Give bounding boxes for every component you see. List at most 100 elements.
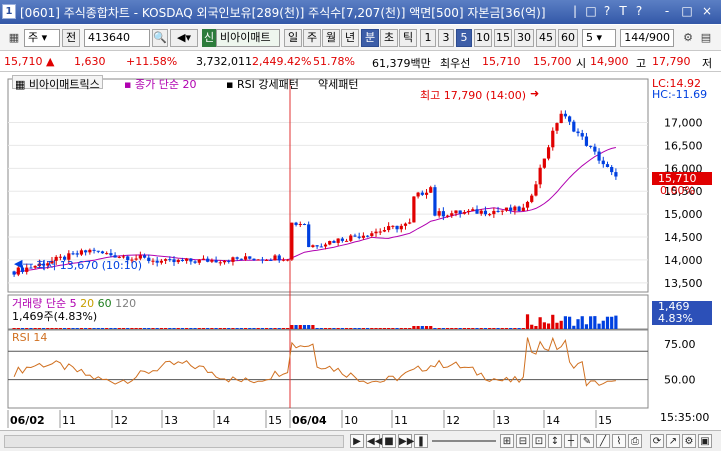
window-icon[interactable]: □ — [584, 4, 598, 18]
memo-icon[interactable]: ✎ — [580, 434, 594, 448]
period-day[interactable]: 일 — [284, 29, 302, 47]
volume-bar — [29, 328, 33, 329]
candle-body — [269, 259, 273, 261]
interval-select[interactable]: 5 ▾ — [582, 29, 616, 47]
volume-bar — [12, 328, 16, 329]
speaker-icon[interactable]: ◀▾ — [170, 29, 198, 47]
toggle-icon[interactable]: ▤ — [698, 30, 714, 46]
period-week[interactable]: 주 — [303, 29, 321, 47]
candle-body — [340, 238, 344, 241]
volume-ratio-2: 51.78% — [313, 55, 355, 68]
ruler-icon[interactable]: ↕ — [548, 434, 562, 448]
open-label: 시 — [576, 57, 587, 70]
period-month[interactable]: 월 — [322, 29, 340, 47]
candle-body — [382, 230, 387, 232]
volume-bar — [189, 328, 193, 329]
settings-icon[interactable]: ⚙ — [682, 434, 696, 448]
cross-icon[interactable]: ┼ — [564, 434, 578, 448]
interval-1[interactable]: 1 — [420, 29, 436, 47]
candle-body — [155, 260, 159, 263]
interval-45[interactable]: 45 — [536, 29, 556, 47]
candle-body — [307, 224, 311, 248]
chart-canvas[interactable]: 06/02 11 12 13 14 15 06/04 10 11 12 13 14 15 17,000 1… — [0, 73, 721, 429]
low-annotation: 최저 13,670 (10:10) — [36, 259, 143, 272]
interval-10[interactable]: 10 — [474, 29, 492, 47]
volume-bar — [391, 328, 395, 329]
zoom-in-icon[interactable]: ⊞ — [500, 434, 514, 448]
interval-15[interactable]: 15 — [494, 29, 512, 47]
volume-bar — [416, 326, 420, 329]
candle-body — [584, 136, 589, 146]
candle-body — [568, 116, 572, 122]
y-axis-labels: 17,00016,50016,00015,50015,00014,50014,0… — [664, 117, 703, 387]
expand-icon[interactable]: ▣ — [698, 434, 712, 448]
stock-legend[interactable]: ▦ 비아이매트릭스 — [12, 75, 103, 91]
volume-bar — [58, 328, 62, 329]
scrollbar-track[interactable] — [4, 435, 344, 448]
candle-body — [332, 241, 336, 243]
candle-body — [366, 235, 370, 237]
refresh-icon[interactable]: ⟳ — [650, 434, 664, 448]
candle-body — [109, 253, 113, 256]
maximize-icon[interactable]: □ — [680, 4, 694, 18]
interval-5[interactable]: 5 — [456, 29, 472, 47]
volume-bar — [576, 319, 580, 329]
minimize-icon[interactable]: - — [660, 4, 674, 18]
print-icon[interactable]: ⎙ — [628, 434, 642, 448]
next-icon[interactable]: ❚ — [414, 434, 428, 448]
candle-body — [403, 223, 408, 226]
interval-60[interactable]: 60 — [558, 29, 578, 47]
fit-icon[interactable]: ⊡ — [532, 434, 546, 448]
chart-area[interactable]: 06/02 11 12 13 14 15 06/04 10 11 12 13 14 15 17,000 1… — [0, 73, 721, 429]
count-input[interactable]: 144/900 — [620, 29, 674, 47]
volume-bar — [117, 328, 121, 329]
period-year[interactable]: 년 — [341, 29, 359, 47]
volume: 3,732,011 — [196, 55, 252, 68]
candle-body — [559, 113, 563, 124]
candle-body — [429, 187, 433, 193]
period-tick[interactable]: 틱 — [399, 29, 417, 47]
interval-3[interactable]: 3 — [438, 29, 454, 47]
candle-body — [370, 233, 374, 236]
code-input[interactable]: 413640 — [84, 29, 150, 47]
rsi-legend[interactable]: RSI 14 — [12, 331, 47, 344]
volume-bar — [260, 328, 264, 329]
tool-icon[interactable]: ⌇ — [612, 434, 626, 448]
candle-body — [479, 210, 483, 214]
slider-icon[interactable] — [432, 440, 496, 442]
info-icon[interactable]: ? — [632, 4, 646, 18]
candle-body — [222, 260, 227, 263]
volume-ratio: 2,449.42% — [252, 55, 312, 68]
play-icon[interactable]: ◀◀ — [366, 434, 382, 448]
interval-30[interactable]: 30 — [514, 29, 534, 47]
period-second[interactable]: 초 — [380, 29, 398, 47]
grid-icon[interactable]: ▦ — [6, 30, 22, 46]
current-price-value: 15,710 — [4, 55, 43, 68]
type-button[interactable]: 전 — [62, 29, 80, 47]
weak-pattern-legend[interactable]: 약세패턴 — [318, 76, 358, 92]
y-tick-label: 14,500 — [664, 231, 703, 244]
pause-icon[interactable]: ▶▶ — [398, 434, 414, 448]
candle-body — [589, 145, 593, 147]
volume-bar — [96, 328, 100, 329]
zoom-out-icon[interactable]: ⊟ — [516, 434, 530, 448]
search-icon[interactable]: 🔍 — [152, 29, 168, 47]
market-select[interactable]: 주 ▾ — [24, 29, 60, 47]
stop-icon[interactable]: ■ — [382, 434, 396, 448]
pin-icon[interactable]: | — [568, 4, 582, 18]
chart-settings-icon[interactable]: ⚙ — [680, 30, 696, 46]
volume-bar — [54, 328, 58, 329]
ma-legend[interactable]: ▪ 종가 단순 20 — [124, 76, 196, 92]
period-minute[interactable]: 분 — [361, 29, 379, 47]
help-icon[interactable]: ? — [600, 4, 614, 18]
volume-bar — [248, 328, 252, 329]
candle-body — [323, 244, 328, 247]
arrow-icon[interactable]: ↗ — [666, 434, 680, 448]
font-icon[interactable]: T — [616, 4, 630, 18]
rsi-pattern-legend[interactable]: ▪ RSI 강세패턴 — [226, 76, 299, 92]
close-icon[interactable]: × — [700, 4, 714, 18]
line-tool-icon[interactable]: ╱ — [596, 434, 610, 448]
prev-icon[interactable]: ▶ — [350, 434, 364, 448]
rsi-tick-label: 75.00 — [664, 338, 696, 351]
current-pct-tag: 0.00% — [660, 184, 695, 197]
